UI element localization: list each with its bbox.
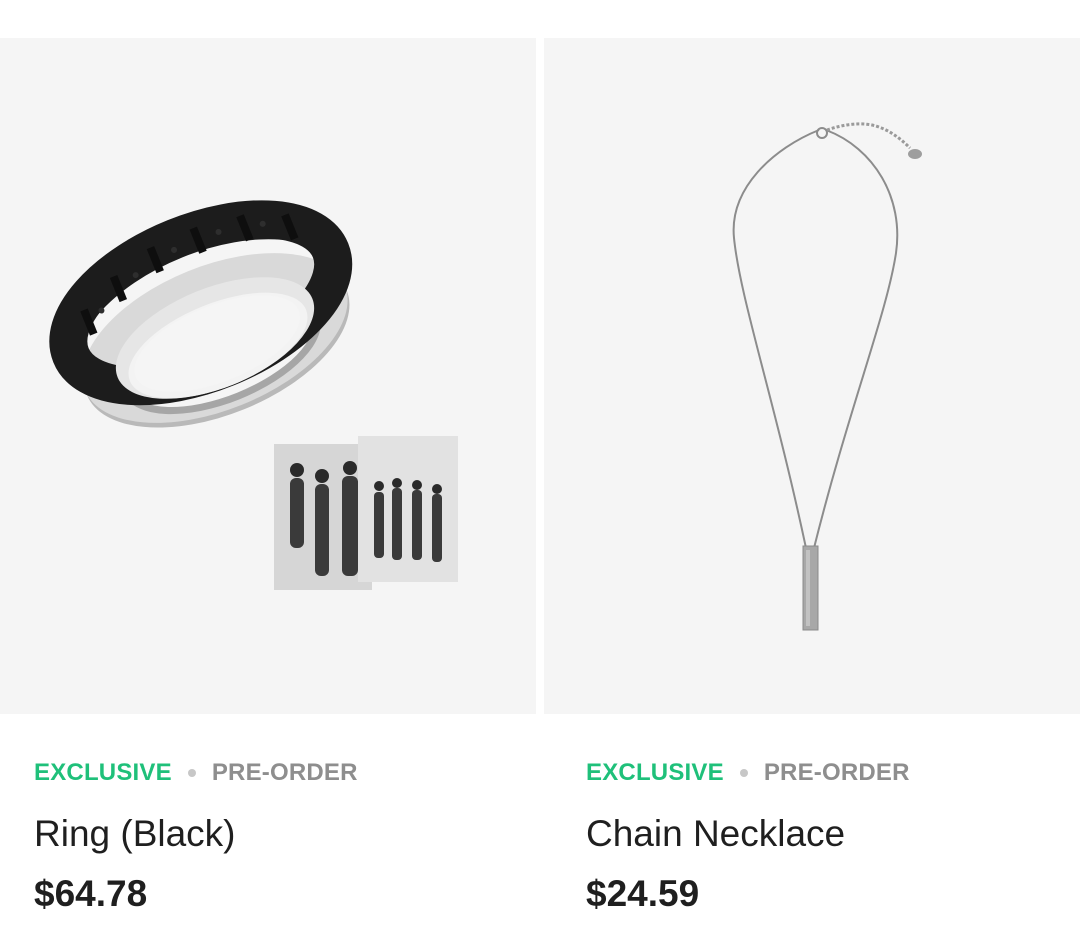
product-image-necklace[interactable] xyxy=(544,38,1080,714)
separator-dot xyxy=(739,769,748,777)
product-info: EXCLUSIVE PRE-ORDER Ring (Black) $64.78 xyxy=(0,714,536,916)
product-card-necklace[interactable]: EXCLUSIVE PRE-ORDER Chain Necklace $24.5… xyxy=(544,38,1080,916)
product-name[interactable]: Chain Necklace xyxy=(586,812,1080,856)
product-badges: EXCLUSIVE PRE-ORDER xyxy=(586,758,1080,788)
ring-image xyxy=(49,200,458,590)
product-name[interactable]: Ring (Black) xyxy=(34,812,536,856)
product-price: $24.59 xyxy=(586,873,700,914)
product-price: $64.78 xyxy=(34,873,148,914)
product-image-ring[interactable] xyxy=(0,38,536,714)
product-badges: EXCLUSIVE PRE-ORDER xyxy=(34,758,536,788)
separator-dot xyxy=(187,769,196,777)
pre-order-badge: PRE-ORDER xyxy=(763,759,910,786)
exclusive-badge: EXCLUSIVE xyxy=(586,759,724,786)
product-card-ring[interactable]: EXCLUSIVE PRE-ORDER Ring (Black) $64.78 xyxy=(0,38,536,916)
exclusive-badge: EXCLUSIVE xyxy=(34,759,172,786)
necklace-image xyxy=(732,122,922,631)
product-grid: EXCLUSIVE PRE-ORDER Ring (Black) $64.78 xyxy=(0,38,1080,916)
pre-order-badge: PRE-ORDER xyxy=(211,759,358,786)
product-info: EXCLUSIVE PRE-ORDER Chain Necklace $24.5… xyxy=(544,714,1080,916)
